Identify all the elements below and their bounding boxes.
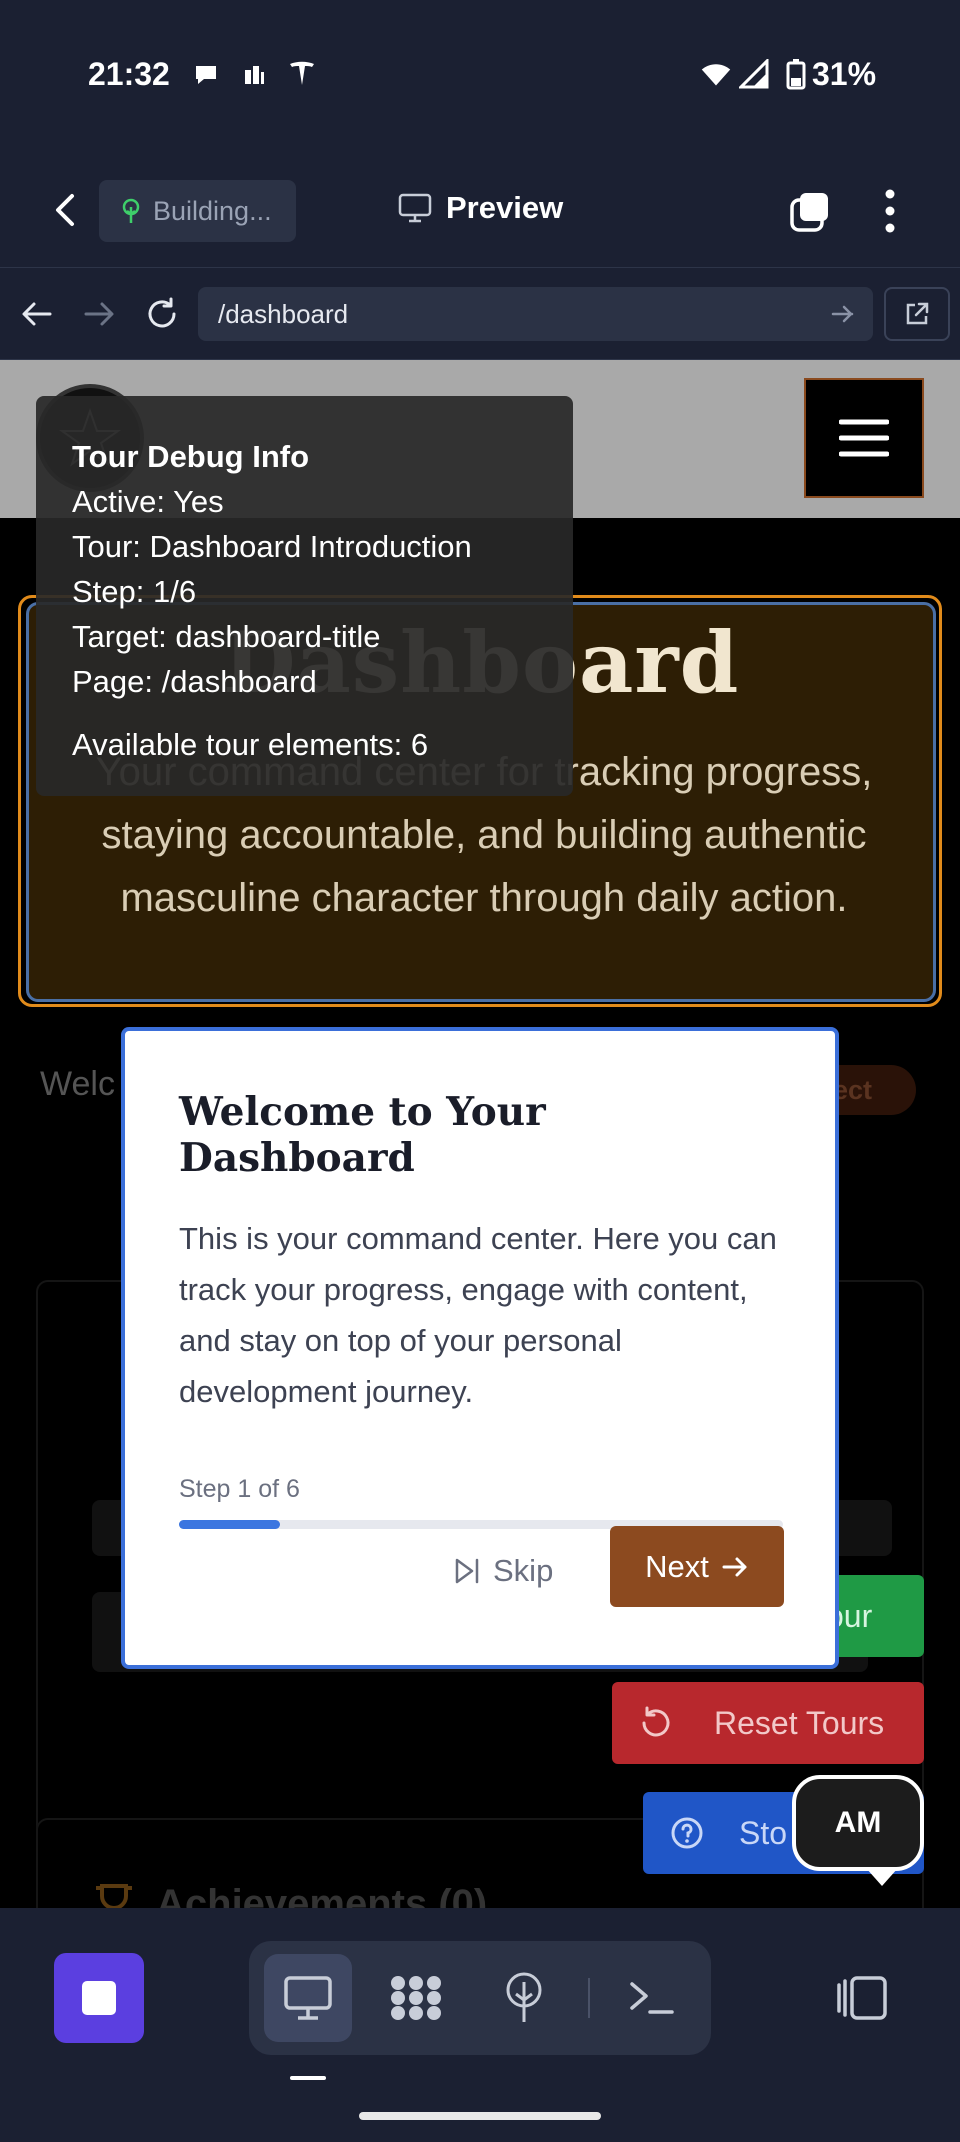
tool-deploy[interactable]: [480, 1954, 568, 2042]
skip-forward-icon: [455, 1558, 479, 1584]
modal-title: Welcome to Your Dashboard: [179, 1089, 546, 1181]
nav-back-icon[interactable]: [20, 298, 54, 335]
chevron-left-icon: [56, 194, 74, 226]
tabs-icon[interactable]: [788, 190, 832, 234]
tool-preview[interactable]: [264, 1954, 352, 2042]
monitor-icon: [398, 193, 432, 223]
reload-icon[interactable]: [144, 296, 180, 337]
monitor-icon: [284, 1976, 332, 2020]
stop-icon: [82, 1981, 116, 2015]
app-notification-icon: [238, 58, 270, 90]
tesla-icon: [286, 58, 318, 90]
tour-modal: Welcome to Your Dashboard This is your c…: [121, 1027, 839, 1669]
welcome-text: Welc: [40, 1065, 115, 1103]
tour-progress-fill: [179, 1520, 280, 1529]
debug-page: Page: /dashboard: [72, 664, 317, 699]
battery-icon: [780, 58, 812, 90]
next-label: Next: [645, 1548, 709, 1584]
modal-body: This is your command center. Here you ca…: [179, 1221, 777, 1409]
url-text: /dashboard: [218, 298, 349, 329]
debug-active: Active: Yes: [72, 484, 224, 519]
more-options-icon[interactable]: [876, 186, 904, 236]
debug-target: Target: dashboard-title: [72, 619, 381, 654]
reset-tours-button[interactable]: Reset Tours: [612, 1682, 924, 1764]
tree-icon: [506, 1972, 542, 2022]
build-status-chip[interactable]: Building...: [99, 180, 296, 242]
debug-elements: Available tour elements: 6: [72, 727, 429, 762]
stop-tour-label: Sto: [739, 1814, 788, 1851]
signal-icon: [738, 58, 770, 90]
active-tab-indicator: [290, 2076, 326, 2080]
terminal-icon: [630, 1982, 674, 2014]
build-status-label: Building...: [153, 195, 272, 226]
nav-forward-icon[interactable]: [82, 298, 116, 335]
hamburger-menu-button[interactable]: [804, 378, 924, 498]
debug-tour: Tour: Dashboard Introduction: [72, 529, 472, 564]
page-viewport: Dashboard Your command center for tracki…: [0, 360, 960, 1908]
battery-percent: 31%: [812, 56, 877, 92]
home-indicator[interactable]: [359, 2112, 601, 2120]
avatar-pointer: [866, 1868, 898, 1886]
apps-grid-icon: [391, 1976, 441, 2020]
tree-icon: [122, 198, 140, 223]
trophy-icon: [92, 1882, 136, 1908]
reset-tours-label: Reset Tours: [714, 1704, 885, 1741]
next-button[interactable]: Next: [610, 1526, 784, 1607]
sidebar-toggle-icon[interactable]: [836, 1975, 888, 2021]
tool-apps[interactable]: [372, 1954, 460, 2042]
avatar[interactable]: AM: [792, 1775, 924, 1871]
tour-debug-panel: Tour Debug Info Active: Yes Tour: Dashbo…: [36, 396, 573, 796]
go-arrow-icon[interactable]: [830, 302, 856, 331]
debug-title: Tour Debug Info: [72, 439, 310, 474]
tool-divider: [588, 1978, 590, 2018]
tool-terminal[interactable]: [608, 1954, 696, 2042]
reset-icon: [642, 1706, 670, 1737]
status-time: 21:32: [88, 56, 170, 92]
stop-button[interactable]: [54, 1953, 144, 2043]
help-circle-icon: [671, 1817, 703, 1849]
wifi-icon: [700, 58, 732, 90]
step-label: Step 1 of 6: [179, 1475, 300, 1503]
start-tour-button[interactable]: our: [826, 1575, 924, 1657]
external-link-icon: [906, 302, 929, 325]
arrow-right-icon: [722, 1557, 747, 1576]
menu-icon: [839, 419, 889, 457]
chat-bubble-icon: [190, 58, 222, 90]
open-external-button[interactable]: [884, 287, 950, 341]
url-input[interactable]: /dashboard: [198, 287, 873, 341]
debug-step: Step: 1/6: [72, 574, 197, 609]
preview-label: Preview: [446, 190, 564, 225]
back-button[interactable]: [44, 188, 88, 232]
skip-label: Skip: [493, 1553, 554, 1588]
preview-title: Preview: [398, 190, 563, 226]
skip-button[interactable]: Skip: [453, 1531, 553, 1611]
achievements-title: Achievements (0): [156, 1882, 488, 1908]
